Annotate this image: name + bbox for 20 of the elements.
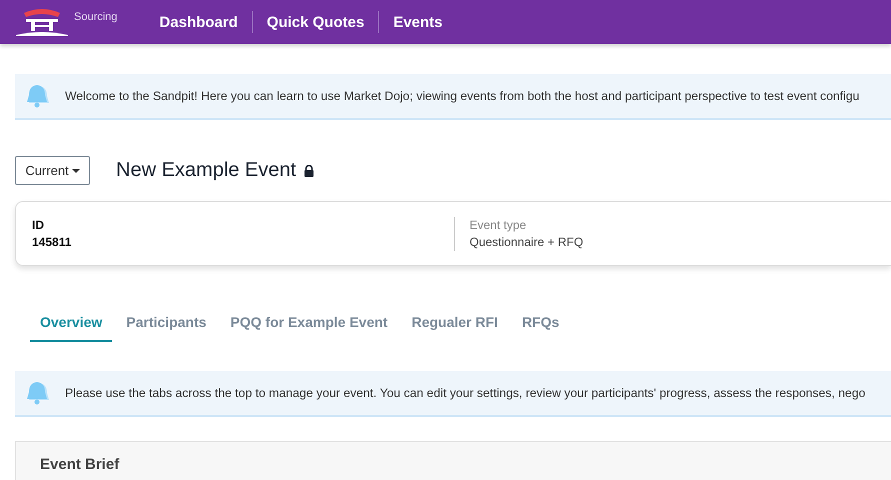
brand-name: Sourcing: [74, 11, 118, 23]
tab[interactable]: Participants: [116, 308, 216, 342]
nav-link[interactable]: Dashboard: [159, 14, 252, 30]
detail-label: ID: [32, 218, 45, 232]
detail-value: Questionnaire + RFQ: [470, 235, 584, 249]
event-title: New Example Event: [116, 159, 296, 182]
tab[interactable]: Overview: [30, 308, 112, 342]
tab[interactable]: RFQs: [512, 308, 570, 342]
notice-text: Welcome to the Sandpit! Here you can learn to use Market Dojo; viewing events from both the host and participant perspective to test event configu: [65, 89, 860, 103]
nav-link[interactable]: Quick Quotes: [252, 14, 378, 30]
nav-link[interactable]: Events: [379, 14, 457, 30]
tab[interactable]: PQQ for Example Event: [220, 308, 398, 342]
status-dropdown[interactable]: Current: [15, 156, 90, 185]
detail-value: 145811: [32, 235, 72, 249]
pagoda-logo-icon[interactable]: [14, 7, 70, 37]
detail-label: Event type: [470, 218, 528, 232]
caret-icon: [72, 168, 80, 172]
tab[interactable]: Regualer RFI: [402, 308, 508, 342]
notice-text: Please use the tabs across the top to manage your event. You can edit your settings, review your participants' progress, assess the responses, nego: [65, 386, 866, 400]
panel-title: Event Brief: [40, 456, 120, 473]
